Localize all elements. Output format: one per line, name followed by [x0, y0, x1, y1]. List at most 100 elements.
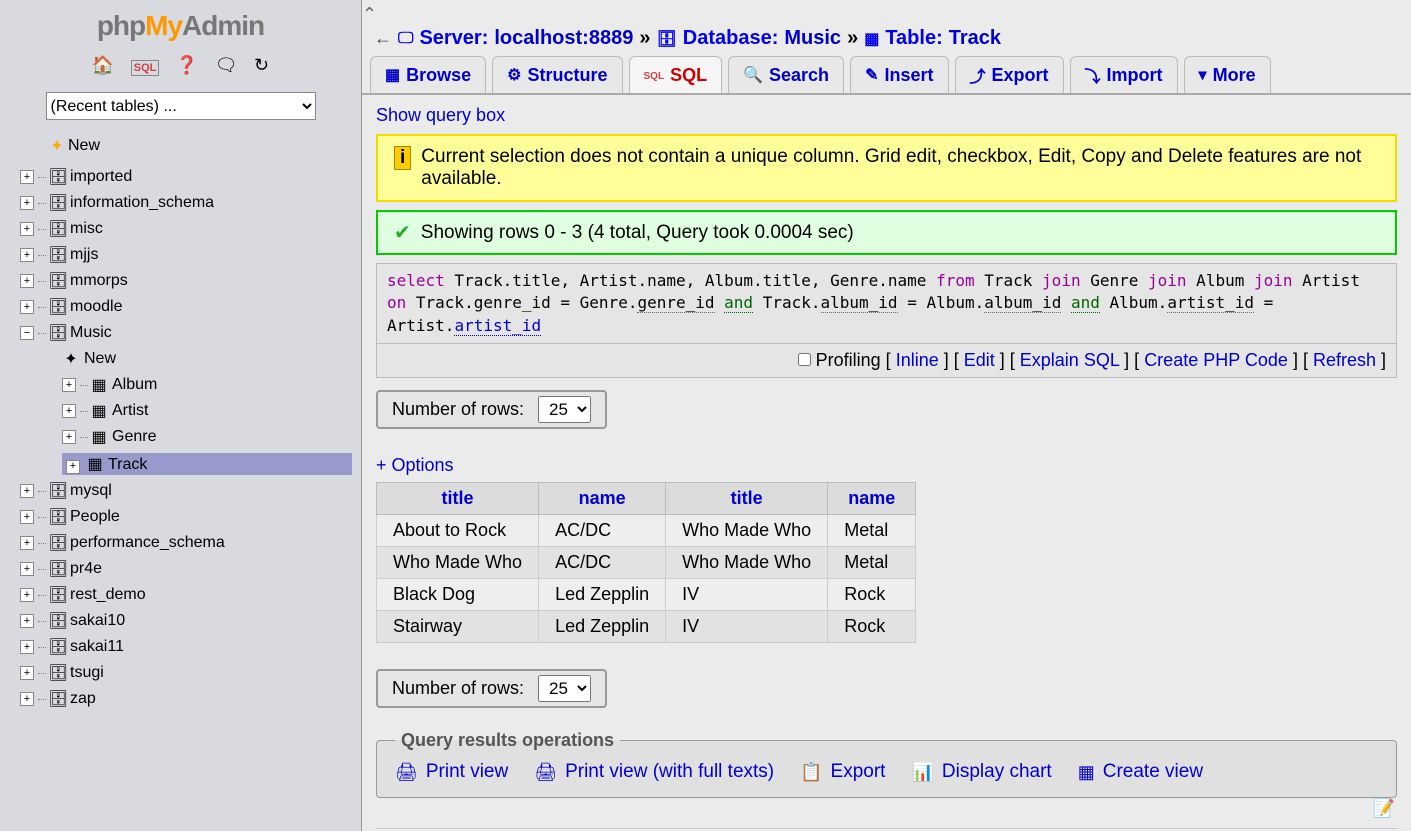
print-full-link[interactable]: 🖨Print view (with full texts): [534, 761, 774, 783]
sidebar-table-artist[interactable]: +▦Artist: [62, 398, 361, 424]
main-panel: ⌃ ← 🖵 Server: localhost:8889 » 🗄 Databas…: [362, 0, 1411, 831]
tree-new[interactable]: ✦ New: [20, 133, 361, 159]
tree-toggle-icon[interactable]: +: [20, 222, 34, 236]
sidebar-db-music[interactable]: −🗄Music: [20, 320, 361, 346]
export-icon: ⤴: [970, 63, 986, 87]
sql-query-box: select Track.title, Artist.name, Album.t…: [376, 263, 1397, 344]
sql-icon[interactable]: SQL: [131, 60, 160, 76]
explain-link[interactable]: Explain SQL: [1020, 350, 1119, 370]
tree-toggle-icon[interactable]: +: [20, 614, 34, 628]
inline-link[interactable]: Inline: [896, 350, 939, 370]
sidebar-db-mysql[interactable]: +🗄mysql: [20, 478, 361, 504]
rows-select[interactable]: 25: [538, 396, 591, 423]
tree-toggle-icon[interactable]: −: [20, 326, 34, 340]
reload-icon[interactable]: ↻: [254, 55, 269, 76]
tree-toggle-icon[interactable]: +: [66, 460, 80, 474]
sidebar-table-genre[interactable]: +▦Genre: [62, 424, 361, 450]
sidebar-db-sakai11[interactable]: +🗄sakai11: [20, 634, 361, 660]
tree-toggle-icon[interactable]: +: [62, 404, 76, 418]
tree-toggle-icon[interactable]: +: [20, 196, 34, 210]
home-icon[interactable]: 🏠: [92, 55, 114, 76]
sidebar-db-moodle[interactable]: +🗄moodle: [20, 294, 361, 320]
column-header[interactable]: name: [539, 483, 666, 515]
sidebar-db-information_schema[interactable]: +🗄information_schema: [20, 190, 361, 216]
sidebar-db-rest_demo[interactable]: +🗄rest_demo: [20, 582, 361, 608]
sidebar-db-misc[interactable]: +🗄misc: [20, 216, 361, 242]
recent-tables-select[interactable]: (Recent tables) ...: [46, 92, 316, 120]
database-icon: 🗄: [48, 481, 66, 501]
note-icon[interactable]: 📝: [1373, 798, 1395, 819]
sidebar-db-people[interactable]: +🗄People: [20, 504, 361, 530]
docs-icon[interactable]: 🗨: [215, 55, 238, 76]
create-php-link[interactable]: Create PHP Code: [1144, 350, 1288, 370]
tab-insert[interactable]: ✎Insert: [850, 56, 948, 93]
sidebar-db-pr4e[interactable]: +🗄pr4e: [20, 556, 361, 582]
tree-toggle-icon[interactable]: +: [20, 640, 34, 654]
options-link[interactable]: + Options: [376, 455, 1397, 476]
sidebar-table-track[interactable]: +▦Track: [62, 450, 361, 478]
sidebar-toolbar: 🏠 SQL ❓ 🗨 ↻: [0, 47, 361, 84]
column-header[interactable]: title: [377, 483, 539, 515]
create-view-link[interactable]: ▦Create view: [1078, 761, 1203, 783]
database-icon: 🗄: [48, 297, 66, 317]
sidebar-db-mjjs[interactable]: +🗄mjjs: [20, 242, 361, 268]
column-header[interactable]: name: [828, 483, 916, 515]
table-row: About to RockAC/DCWho Made WhoMetal: [377, 515, 916, 547]
tab-browse[interactable]: ▦Browse: [370, 56, 486, 93]
collapse-icon[interactable]: ⌃: [362, 4, 1401, 25]
table-link[interactable]: Track: [949, 27, 1001, 50]
tab-structure[interactable]: ⚙Structure: [492, 56, 622, 93]
server-icon: 🖵: [398, 30, 413, 48]
tree-toggle-icon[interactable]: +: [20, 562, 34, 576]
rows-select[interactable]: 25: [538, 675, 591, 702]
rows-label: Number of rows:: [392, 678, 524, 699]
export-link[interactable]: 📋Export: [800, 761, 885, 783]
tab-search[interactable]: 🔍Search: [728, 56, 844, 93]
tree-toggle-icon[interactable]: +: [62, 430, 76, 444]
chart-icon: 📊: [911, 762, 933, 783]
database-link[interactable]: Music: [784, 27, 841, 50]
column-header[interactable]: title: [666, 483, 828, 515]
database-icon: 🗄: [656, 29, 676, 49]
tab-export[interactable]: ⤴Export: [955, 56, 1064, 93]
tree-toggle-icon[interactable]: +: [20, 692, 34, 706]
tree-toggle-icon[interactable]: +: [20, 536, 34, 550]
tab-more[interactable]: ▾More: [1184, 56, 1271, 93]
tree-toggle-icon[interactable]: +: [20, 170, 34, 184]
rows-label: Number of rows:: [392, 399, 524, 420]
profiling-checkbox[interactable]: [798, 353, 811, 366]
chart-link[interactable]: 📊Display chart: [911, 761, 1051, 783]
sidebar-db-sakai10[interactable]: +🗄sakai10: [20, 608, 361, 634]
sidebar-table-new[interactable]: ✦New: [62, 346, 361, 372]
sidebar-db-zap[interactable]: +🗄zap: [20, 686, 361, 712]
tree-toggle-icon[interactable]: +: [20, 666, 34, 680]
edit-link[interactable]: Edit: [964, 350, 995, 370]
back-icon[interactable]: ←: [374, 28, 392, 49]
tab-import[interactable]: ⤵Import: [1070, 56, 1178, 93]
tree-toggle-icon[interactable]: +: [20, 248, 34, 262]
tree-toggle-icon[interactable]: +: [20, 484, 34, 498]
table-cell: AC/DC: [539, 515, 666, 547]
sidebar-table-album[interactable]: +▦Album: [62, 372, 361, 398]
sidebar-db-tsugi[interactable]: +🗄tsugi: [20, 660, 361, 686]
sidebar-db-performance_schema[interactable]: +🗄performance_schema: [20, 530, 361, 556]
database-icon: 🗄: [48, 637, 66, 657]
rows-selector-bottom: Number of rows: 25: [376, 669, 607, 708]
sql-icon: SQL: [644, 66, 665, 84]
print-view-link[interactable]: 🖨Print view: [395, 761, 508, 783]
logo: phpMyAdmin: [0, 5, 361, 47]
tree-toggle-icon[interactable]: +: [20, 588, 34, 602]
tab-sql[interactable]: SQLSQL: [629, 56, 723, 93]
tree-toggle-icon[interactable]: +: [20, 300, 34, 314]
database-icon: 🗄: [48, 611, 66, 631]
refresh-link[interactable]: Refresh: [1313, 350, 1376, 370]
tree-toggle-icon[interactable]: +: [62, 378, 76, 392]
tree-toggle-icon[interactable]: +: [20, 510, 34, 524]
sidebar-db-mmorps[interactable]: +🗄mmorps: [20, 268, 361, 294]
new-star-icon: ✦: [62, 349, 80, 369]
show-query-link[interactable]: Show query box: [376, 105, 1397, 126]
tree-toggle-icon[interactable]: +: [20, 274, 34, 288]
sidebar-db-imported[interactable]: +🗄imported: [20, 164, 361, 190]
help-icon[interactable]: ❓: [176, 55, 198, 76]
server-link[interactable]: localhost:8889: [494, 27, 633, 50]
